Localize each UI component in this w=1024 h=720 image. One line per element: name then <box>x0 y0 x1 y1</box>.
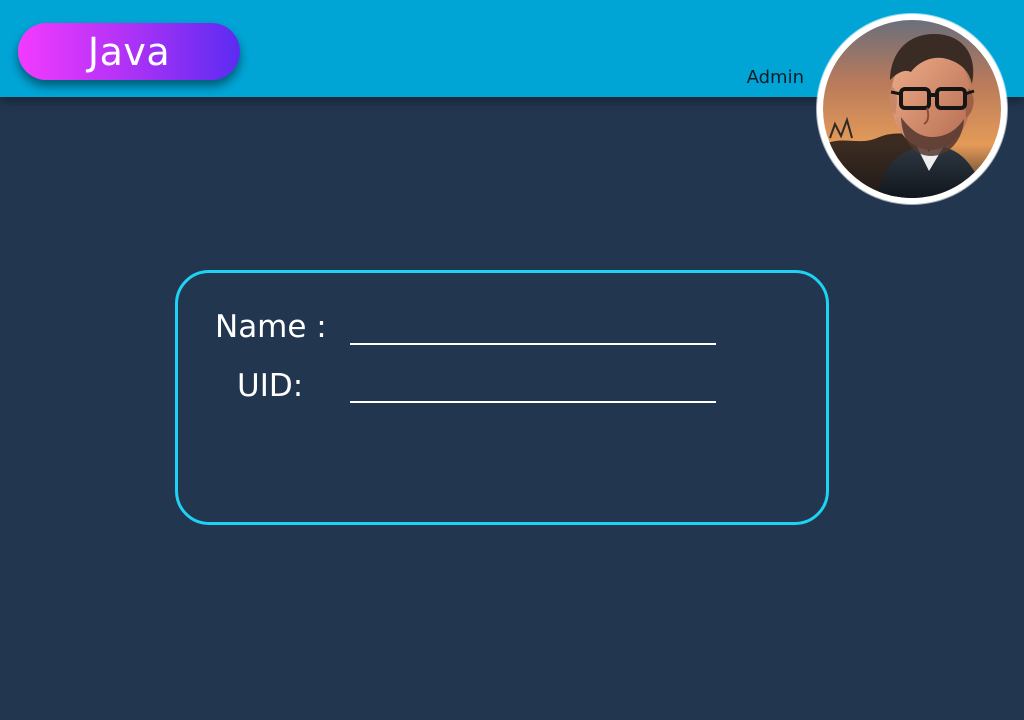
uid-input[interactable] <box>350 401 716 403</box>
info-card: Name : UID: <box>175 270 829 525</box>
java-badge[interactable]: Java <box>18 23 240 80</box>
avatar-photo-icon <box>823 20 1001 198</box>
user-role-label: Admin <box>746 67 804 88</box>
name-label: Name : <box>215 309 327 345</box>
name-input[interactable] <box>350 343 716 345</box>
uid-label: UID: <box>237 368 304 404</box>
user-avatar[interactable] <box>817 14 1007 204</box>
